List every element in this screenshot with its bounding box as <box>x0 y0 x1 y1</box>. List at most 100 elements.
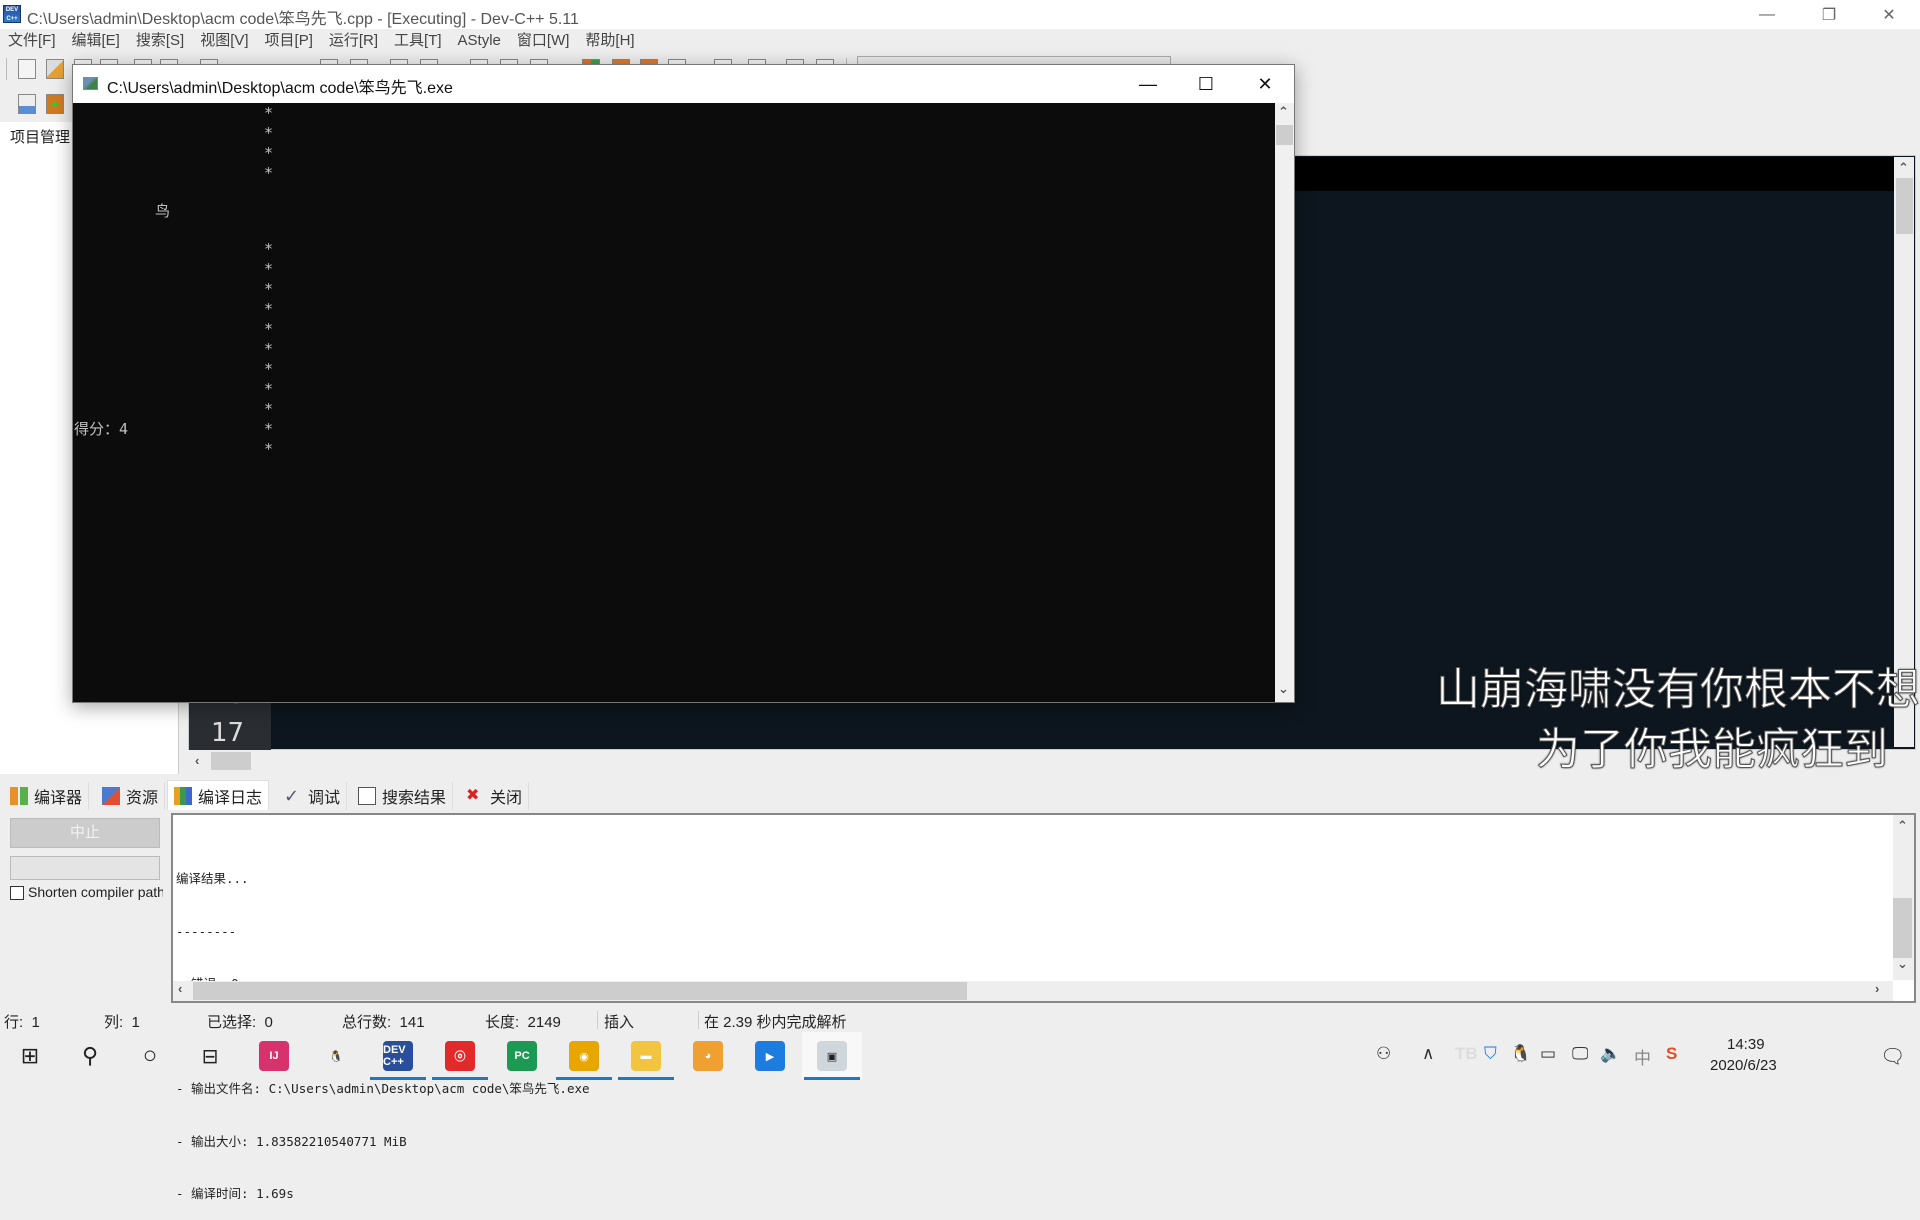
pipe-segment: * <box>264 400 274 418</box>
menu-tools[interactable]: 工具[T] <box>386 29 450 53</box>
app-icon: ⓞ <box>445 1041 475 1071</box>
console-output[interactable]: * * * * 鸟 * * * * * * * * * * * 得分：4 <box>73 103 1275 702</box>
volume-icon[interactable]: 🔈 <box>1600 1044 1621 1064</box>
menu-astyle[interactable]: AStyle <box>450 29 509 53</box>
menu-edit[interactable]: 编辑[E] <box>64 29 128 53</box>
log-vertical-scroll-thumb[interactable] <box>1893 898 1912 958</box>
console-vertical-scrollbar[interactable] <box>1275 103 1294 702</box>
log-line: 编译结果... <box>176 871 249 886</box>
console-maximize-button[interactable]: ☐ <box>1177 65 1235 103</box>
scroll-up-icon[interactable]: ⌃ <box>1898 160 1909 176</box>
shield-icon[interactable]: ⛉ <box>1484 1044 1497 1064</box>
add-to-project-icon[interactable]: + <box>46 94 64 114</box>
devcpp-app-icon: DEV C++ <box>3 5 21 23</box>
restore-button[interactable]: ❐ <box>1800 0 1858 29</box>
cortana-button[interactable]: ○ <box>120 1032 180 1080</box>
tab-debug[interactable]: ✓ 调试 <box>278 782 348 810</box>
app-icon: ◉ <box>569 1041 599 1071</box>
show-hidden-icons[interactable]: ∧ <box>1422 1044 1434 1064</box>
magnifier-document-icon <box>358 787 376 805</box>
taskbar-app-file-explorer[interactable]: ▬ <box>616 1032 676 1080</box>
taskbar-app-intellij-idea[interactable]: IJ <box>244 1032 304 1080</box>
app-icon: ▬ <box>631 1041 661 1071</box>
editor-horizontal-scroll-thumb[interactable] <box>211 752 251 770</box>
tab-search-results[interactable]: 搜索结果 <box>352 782 454 810</box>
scroll-up-icon[interactable]: ⌃ <box>1897 818 1908 834</box>
taskbar-app-chrome[interactable]: ◉ <box>554 1032 614 1080</box>
project-manager-tab[interactable]: 项目管理 <box>10 126 70 147</box>
menu-window[interactable]: 窗口[W] <box>509 29 578 53</box>
app-icon: ▣ <box>817 1041 847 1071</box>
score-label: 得分： <box>74 420 120 438</box>
project-options-icon[interactable] <box>18 94 36 114</box>
console-scroll-thumb[interactable] <box>1276 125 1293 145</box>
pipe-segment: * <box>264 420 274 438</box>
console-close-button[interactable]: ✕ <box>1236 65 1294 103</box>
pipe-segment: * <box>264 280 274 298</box>
shorten-paths-checkbox[interactable] <box>10 886 24 900</box>
pipe-segment: * <box>264 360 274 378</box>
status-parse-time: 在 2.39 秒内完成解析 <box>704 1014 847 1031</box>
status-total-lines: 总行数: 141 <box>342 1014 425 1031</box>
status-insert-mode: 插入 <box>604 1014 635 1031</box>
taskbar-app-netease-music[interactable]: ⓞ <box>430 1032 490 1080</box>
log-horizontal-scroll-thumb[interactable] <box>193 982 967 1000</box>
sogou-icon[interactable]: S <box>1666 1044 1677 1064</box>
minimize-button[interactable]: — <box>1738 0 1796 29</box>
close-button[interactable]: ✕ <box>1860 0 1918 29</box>
scroll-down-icon[interactable]: ⌄ <box>1278 681 1289 697</box>
search-button[interactable]: ⚲ <box>60 1032 120 1080</box>
editor-vertical-scroll-thumb[interactable] <box>1896 178 1913 234</box>
taskbar-app-console-window[interactable]: ▣ <box>802 1032 862 1080</box>
score-line: 得分：4 <box>74 419 128 439</box>
task-view-button[interactable]: ⊟ <box>180 1032 240 1080</box>
taskbar: ⊞ ⚲ ○ ⊟ IJ 🐧 DEV C++ ⓞ PC ◉ ▬ ◕ ▶ ▣ ⚇ ∧ TB ⛉ 🐧 ▭ … <box>0 1032 1920 1080</box>
editor-vertical-scrollbar[interactable] <box>1894 157 1914 747</box>
restore-icon: ❐ <box>1821 6 1837 24</box>
taskbar-app-video-app[interactable]: ◕ <box>678 1032 738 1080</box>
notification-icon[interactable]: 🗨 <box>1880 1044 1905 1069</box>
grid-icon <box>10 787 28 805</box>
cortana-icon: ○ <box>142 1042 158 1069</box>
new-file-icon[interactable] <box>18 59 36 79</box>
score-value: 4 <box>119 420 129 438</box>
menu-run[interactable]: 运行[R] <box>321 29 386 53</box>
menu-bar: 文件[F] 编辑[E] 搜索[S] 视图[V] 项目[P] 运行[R] 工具[T] AStyl… <box>0 29 1920 53</box>
menu-file[interactable]: 文件[F] <box>0 29 64 53</box>
scroll-right-icon[interactable]: › <box>1875 981 1879 996</box>
tab-close[interactable]: ✖ 关闭 <box>460 782 530 810</box>
taskbar-app-video-meeting[interactable]: ▶ <box>740 1032 800 1080</box>
menu-help[interactable]: 帮助[H] <box>577 29 642 53</box>
log-line: -------- <box>176 923 237 939</box>
console-title: C:\Users\admin\Desktop\acm code\笨鸟先飞.exe <box>107 80 453 97</box>
open-file-icon[interactable] <box>46 59 64 79</box>
task-view-icon: ⊟ <box>201 1045 219 1068</box>
clock-time[interactable]: 14:39 <box>1727 1036 1765 1053</box>
scroll-left-icon[interactable]: ‹ <box>195 753 199 768</box>
battery-icon[interactable]: ▭ <box>1540 1044 1556 1064</box>
scroll-left-icon[interactable]: ‹ <box>178 981 182 996</box>
tb-tray-icon[interactable]: TB <box>1455 1044 1478 1064</box>
tab-label: 搜索结果 <box>382 790 447 807</box>
console-minimize-button[interactable]: — <box>1119 65 1177 103</box>
taskbar-app-pycharm[interactable]: PC <box>492 1032 552 1080</box>
menu-project[interactable]: 项目[P] <box>257 29 321 53</box>
pipe-segment: * <box>264 260 274 278</box>
qq-tray-icon[interactable]: 🐧 <box>1510 1044 1531 1064</box>
status-bar: 行: 1 列: 1 已选择: 0 总行数: 141 长度: 2149 插入 在 … <box>0 1008 1920 1032</box>
taskbar-app-dev-c-[interactable]: DEV C++ <box>368 1032 428 1080</box>
scroll-down-icon[interactable]: ⌄ <box>1897 956 1908 972</box>
ime-indicator[interactable]: 中 <box>1634 1044 1651 1069</box>
tab-compile-log[interactable]: 编译日志 <box>167 780 270 810</box>
menu-search[interactable]: 搜索[S] <box>128 29 192 53</box>
start-button[interactable]: ⊞ <box>0 1032 60 1080</box>
tab-resources[interactable]: 资源 <box>96 782 166 810</box>
people-icon[interactable]: ⚇ <box>1376 1044 1391 1064</box>
clock-date[interactable]: 2020/6/23 <box>1710 1057 1777 1074</box>
network-icon[interactable]: 🖵 <box>1572 1044 1588 1064</box>
scroll-up-icon[interactable]: ⌃ <box>1278 104 1289 120</box>
menu-view[interactable]: 视图[V] <box>192 29 256 53</box>
taskbar-app-qq[interactable]: 🐧 <box>306 1032 366 1080</box>
abort-button[interactable]: 中止 <box>10 818 160 848</box>
tab-compiler[interactable]: 编译器 <box>4 782 90 810</box>
